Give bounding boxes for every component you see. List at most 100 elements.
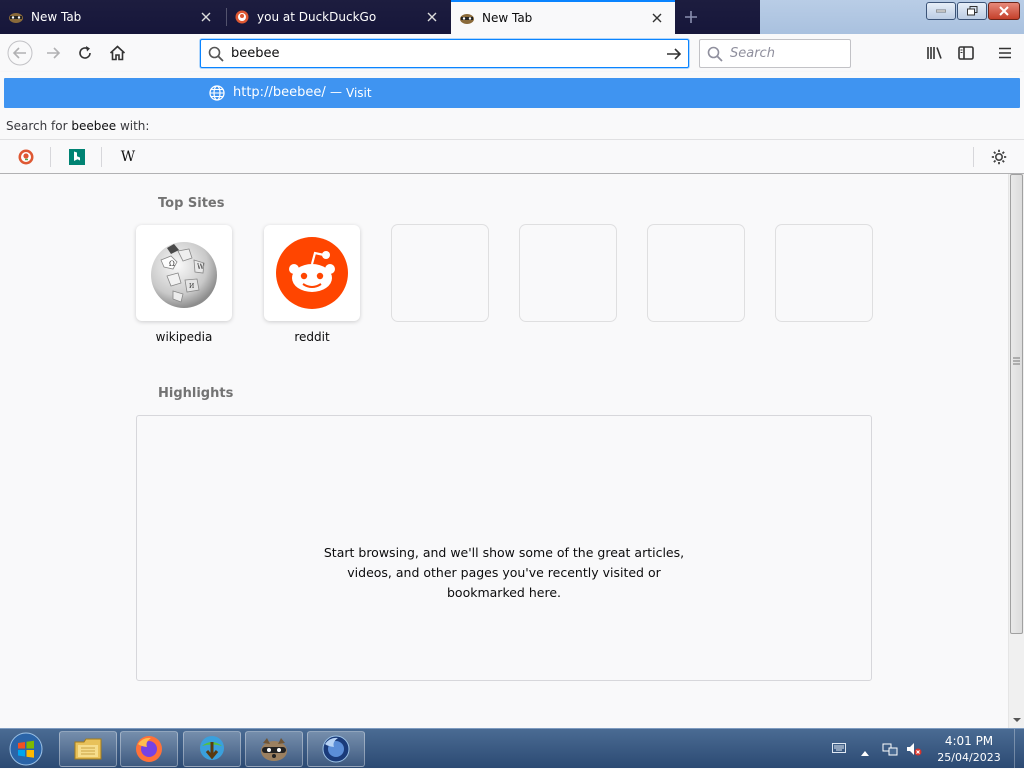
taskbar-firefox-nightly[interactable] — [307, 731, 365, 767]
close-window-button[interactable] — [988, 2, 1020, 20]
reddit-icon — [276, 237, 348, 309]
library-icon — [926, 47, 942, 59]
gear-icon — [991, 149, 1007, 165]
restore-icon — [966, 6, 977, 16]
duckduckgo-icon — [234, 9, 250, 25]
file-explorer-icon — [74, 738, 102, 760]
firefox-icon — [136, 736, 162, 762]
show-desktop-button[interactable] — [1014, 729, 1024, 769]
top-site-empty — [648, 225, 744, 321]
search-settings-button[interactable] — [984, 142, 1014, 172]
highlights-message-line: videos, and other pages you've recently … — [347, 565, 661, 580]
grip-icon — [1013, 357, 1020, 365]
separator — [973, 147, 974, 167]
home-icon — [109, 45, 125, 61]
globe-icon — [209, 85, 225, 104]
top-site-wikipedia[interactable]: Ω W И — [136, 225, 232, 321]
svg-text:Ω: Ω — [169, 260, 175, 268]
tab-strip: New Tab you at DuckDuckGo New Tab — [0, 0, 1024, 34]
menu-button[interactable] — [990, 38, 1020, 68]
suggestion-url: http://beebee/ — [233, 85, 326, 100]
new-tab-button[interactable] — [680, 6, 702, 28]
window-controls — [760, 0, 1024, 34]
search-bar[interactable]: Search — [699, 39, 851, 68]
top-site-reddit[interactable] — [264, 225, 360, 321]
scrollbar-thumb[interactable] — [1010, 174, 1023, 634]
close-icon[interactable] — [649, 10, 665, 26]
vertical-scrollbar[interactable] — [1008, 174, 1024, 728]
separator — [50, 147, 51, 167]
minimize-icon — [936, 9, 946, 13]
minimize-button[interactable] — [926, 2, 956, 20]
go-arrow-icon[interactable] — [660, 47, 688, 61]
taskbar-file-explorer[interactable] — [59, 731, 117, 767]
top-sites-title: Top Sites — [158, 196, 225, 211]
clock-date[interactable]: 25/04/2023 — [930, 751, 1008, 764]
urlbar-autocomplete-popup: http://beebee/ — Visit Search for beebee… — [0, 72, 1024, 174]
reload-button[interactable] — [70, 38, 100, 68]
highlights-message: Start browsing, and we'll show some of t… — [137, 543, 871, 603]
close-icon — [999, 6, 1009, 16]
new-tab-page: Top Sites Ω W И wikipedia reddit Highlig… — [0, 174, 1008, 728]
taskbar-idm[interactable] — [183, 731, 241, 767]
url-input[interactable]: beebee — [231, 46, 660, 61]
search-for-prefix: Search for — [6, 119, 72, 133]
taskbar-raccoon-app[interactable] — [245, 731, 303, 767]
search-for-label: Search for beebee with: — [0, 119, 149, 133]
top-site-empty — [776, 225, 872, 321]
idm-icon — [200, 736, 224, 760]
clock-time[interactable]: 4:01 PM — [930, 734, 1008, 748]
engine-wikipedia[interactable]: W — [113, 142, 143, 172]
search-icon — [700, 46, 730, 62]
back-button[interactable] — [5, 38, 35, 68]
one-off-search-engines: W — [0, 139, 1024, 173]
suggestion-dash: — — [330, 85, 342, 99]
restore-button[interactable] — [957, 2, 987, 20]
home-button[interactable] — [102, 38, 132, 68]
top-site-label: wikipedia — [155, 330, 213, 344]
raccoon-icon — [8, 9, 24, 25]
search-for-term: beebee — [71, 119, 117, 133]
engine-bing[interactable] — [62, 142, 92, 172]
forward-arrow-icon — [47, 47, 61, 59]
sidebar-button[interactable] — [951, 38, 981, 68]
firefox-nightly-icon — [322, 735, 350, 763]
top-site-empty — [392, 225, 488, 321]
back-arrow-icon — [7, 40, 33, 66]
library-button[interactable] — [919, 38, 949, 68]
autocomplete-suggestion[interactable]: http://beebee/ — Visit — [4, 78, 1020, 108]
top-site-label: reddit — [294, 330, 330, 344]
tab-title: you at DuckDuckGo — [257, 10, 377, 24]
highlights-message-line: Start browsing, and we'll show some of t… — [323, 545, 685, 560]
navigation-toolbar: beebee Search — [0, 34, 1024, 72]
windows-taskbar: 4:01 PM 25/04/2023 — [0, 728, 1024, 769]
show-hidden-icons-arrow-icon[interactable] — [861, 745, 869, 759]
search-input[interactable]: Search — [730, 46, 775, 61]
tab-new-tab-active[interactable]: New Tab — [451, 0, 675, 34]
forward-button[interactable] — [38, 38, 68, 68]
plus-icon — [685, 11, 697, 23]
tab-duckduckgo[interactable]: you at DuckDuckGo — [226, 0, 450, 34]
reload-icon — [79, 46, 91, 59]
hamburger-menu-icon — [999, 47, 1011, 59]
raccoon-app-icon — [261, 738, 287, 761]
keyboard-icon[interactable] — [832, 742, 846, 756]
duckduckgo-icon — [18, 149, 34, 165]
url-bar[interactable]: beebee — [200, 39, 689, 68]
volume-muted-icon[interactable] — [906, 741, 922, 760]
tab-title: New Tab — [31, 10, 82, 24]
taskbar-firefox[interactable] — [120, 731, 178, 767]
svg-text:И: И — [189, 283, 194, 290]
highlights-message-line: bookmarked here. — [447, 585, 561, 600]
start-button[interactable] — [6, 730, 46, 768]
search-for-suffix: with: — [116, 119, 150, 133]
engine-duckduckgo[interactable] — [11, 142, 41, 172]
wikipedia-icon: W — [120, 149, 136, 165]
separator — [101, 147, 102, 167]
close-icon[interactable] — [198, 9, 214, 25]
windows-logo-icon — [9, 732, 43, 766]
network-icon[interactable] — [882, 741, 898, 760]
tab-new-tab-1[interactable]: New Tab — [0, 0, 224, 34]
scroll-down-arrow-icon — [1013, 718, 1021, 722]
close-icon[interactable] — [424, 9, 440, 25]
